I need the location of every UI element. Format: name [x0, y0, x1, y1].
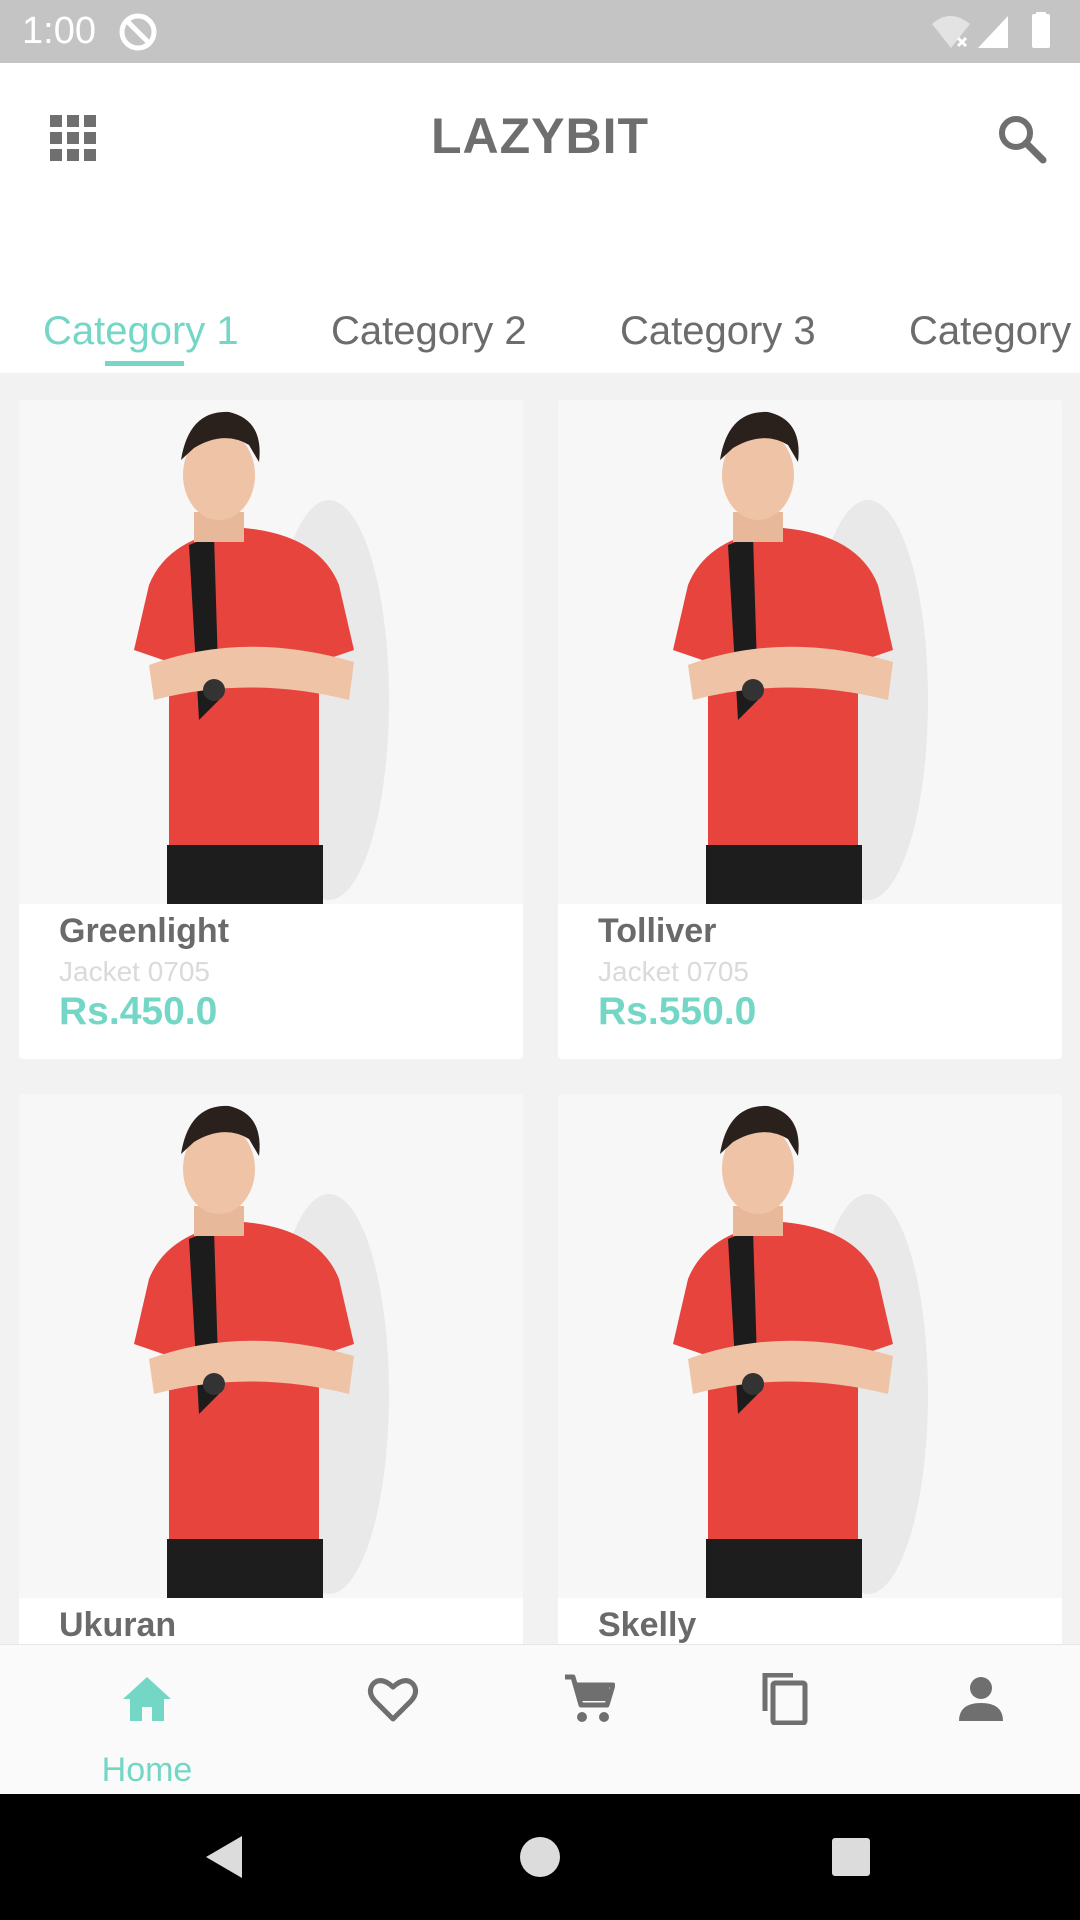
product-image: [19, 1094, 523, 1598]
product-name: Greenlight: [59, 912, 230, 950]
tab-category-2[interactable]: Category 2: [331, 309, 527, 354]
product-card[interactable]: Skelly: [558, 1094, 1062, 1644]
at-sign-icon: [119, 13, 157, 51]
product-card[interactable]: Ukuran: [19, 1094, 523, 1644]
wifi-icon: [932, 16, 970, 48]
person-icon: [959, 1677, 1003, 1721]
product-subtitle: Jacket 0705: [598, 956, 749, 987]
app-screen: 1:00 LAZYBIT Category 1 Category 2 Categ…: [0, 0, 1080, 1920]
app-title: LAZYBIT: [430, 108, 650, 164]
product-price: Rs.450.0: [59, 990, 218, 1033]
tab-category-3[interactable]: Category 3: [620, 309, 816, 354]
product-card[interactable]: Greenlight Jacket 0705 Rs.450.0: [19, 400, 523, 1059]
tab-category-4[interactable]: Category 4: [909, 309, 1080, 354]
back-icon[interactable]: [202, 1834, 248, 1880]
recents-icon[interactable]: [828, 1834, 874, 1880]
heart-icon: [367, 1678, 419, 1722]
nav-cart[interactable]: [489, 1645, 689, 1795]
tab-indicator: [105, 361, 184, 366]
product-price: Rs.550.0: [598, 990, 757, 1033]
nav-profile[interactable]: [881, 1645, 1080, 1795]
nav-favorites[interactable]: [293, 1645, 493, 1795]
product-image: [19, 400, 523, 904]
system-navigation-bar: [0, 1794, 1080, 1920]
product-name: Ukuran: [59, 1606, 177, 1644]
cart-icon: [565, 1674, 615, 1722]
home-button-icon[interactable]: [517, 1834, 563, 1880]
tab-category-1[interactable]: Category 1: [43, 309, 239, 354]
product-grid: Greenlight Jacket 0705 Rs.450.0 Tolliver: [0, 373, 1080, 1644]
copy-icon: [762, 1673, 808, 1725]
product-subtitle: Jacket 0705: [59, 956, 210, 987]
nav-home[interactable]: Home: [47, 1645, 247, 1795]
battery-icon: [1032, 14, 1050, 48]
product-image: [558, 400, 1062, 904]
category-tabs: Category 1 Category 2 Category 3 Categor…: [0, 283, 1080, 373]
product-card[interactable]: Tolliver Jacket 0705 Rs.550.0: [558, 400, 1062, 1059]
home-icon: [123, 1677, 171, 1721]
signal-icon: [978, 16, 1008, 48]
bottom-navigation: Home: [0, 1644, 1080, 1794]
product-image: [558, 1094, 1062, 1598]
status-icons: [932, 12, 1050, 48]
status-bar: 1:00: [0, 0, 1080, 63]
status-time: 1:00: [22, 10, 96, 52]
nav-orders[interactable]: [685, 1645, 885, 1795]
product-name: Skelly: [598, 1606, 697, 1644]
app-bar: LAZYBIT Category 1 Category 2 Category 3…: [0, 63, 1080, 373]
nav-home-label: Home: [101, 1751, 193, 1789]
search-icon[interactable]: [996, 113, 1048, 165]
product-name: Tolliver: [598, 912, 717, 950]
